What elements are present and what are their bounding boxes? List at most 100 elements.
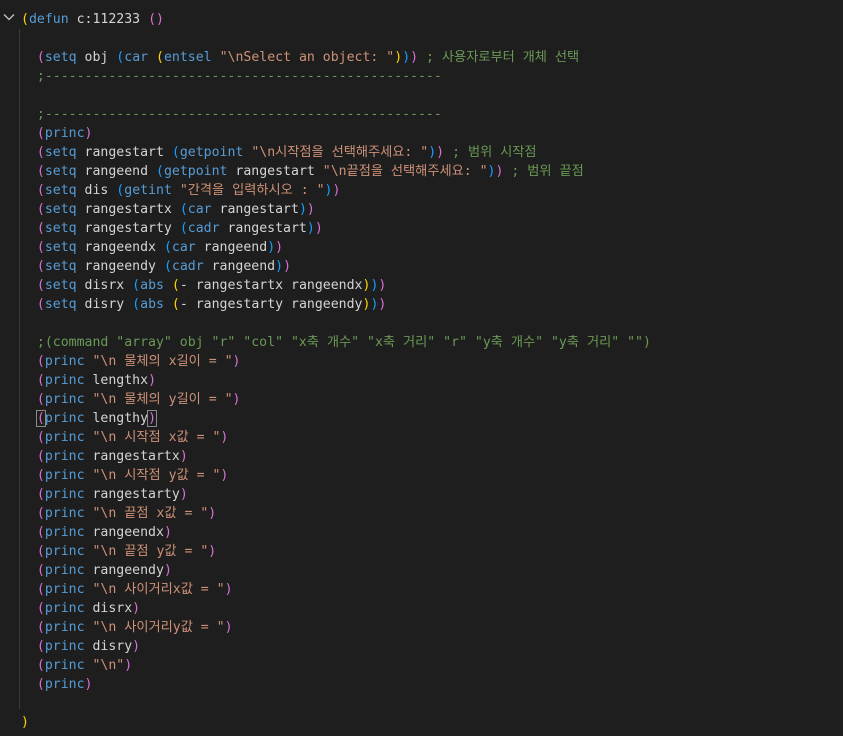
code-token: ) (306, 202, 315, 217)
code-token: ) (232, 354, 241, 369)
code-line[interactable]: (princ "\n 끝점 x값 = ") (21, 504, 216, 523)
chevron-down-icon[interactable] (2, 10, 16, 24)
code-line[interactable]: ) (21, 713, 29, 732)
code-token: "간격을 입력하시오 : " (179, 183, 325, 198)
code-line[interactable]: (princ) (21, 124, 93, 143)
code-line[interactable]: (setq disrx (abs (- rangestartx rangeend… (21, 276, 386, 295)
code-token: rangeend (76, 164, 156, 179)
code-line[interactable]: (princ rangestartx) (21, 447, 188, 466)
code-token: ) (132, 639, 141, 654)
code-line[interactable]: (princ "\n 사이거리y값 = ") (21, 618, 233, 637)
code-token: disry (76, 297, 133, 312)
code-token: ) (378, 278, 387, 293)
code-line[interactable]: (princ "\n 사이거리x값 = ") (21, 580, 233, 599)
code-token: rangeend (203, 259, 276, 274)
code-token: ) (224, 620, 233, 635)
code-token: ( (179, 221, 188, 236)
code-line[interactable]: (setq rangestartx (car rangestart)) (21, 200, 315, 219)
code-line[interactable]: (princ lengthy) (21, 409, 158, 428)
code-token: obj (76, 50, 117, 65)
code-token: cadr (187, 221, 220, 236)
code-token: "\n 끝점 x값 = " (92, 506, 209, 521)
code-token: ( (21, 50, 45, 65)
code-token: c:112233 (68, 12, 149, 27)
code-token: "\n끝점을 선택해주세요: " (322, 164, 488, 179)
code-token: "\n 시작점 x값 = " (92, 430, 221, 445)
code-token: princ (44, 449, 85, 464)
code-token: rangeend (195, 240, 268, 255)
code-line[interactable]: (princ) (21, 675, 93, 694)
code-line[interactable]: ;---------------------------------------… (21, 67, 442, 86)
code-token: ( (21, 430, 45, 445)
code-token: ; 사용자로부터 개체 선택 (418, 50, 580, 65)
code-token: princ (44, 354, 85, 369)
code-line[interactable]: (setq rangestart (getpoint "\n시작점을 선택해주세… (21, 143, 537, 162)
code-token: ( (156, 164, 164, 179)
code-token: princ (44, 563, 85, 578)
code-line[interactable]: (setq rangeendx (car rangeend)) (21, 238, 283, 257)
code-token: ) (163, 563, 172, 578)
code-line[interactable]: (princ rangeendy) (21, 561, 172, 580)
code-line[interactable]: (defun c:112233 () (21, 10, 164, 29)
code-token: ( (21, 202, 45, 217)
code-token: princ (44, 126, 85, 141)
code-token: ( (21, 354, 45, 369)
code-token: ) (306, 221, 315, 236)
code-token: princ (44, 601, 85, 616)
code-line[interactable]: (setq obj (car (entsel "\nSelect an obje… (21, 48, 579, 67)
code-line[interactable]: (princ lengthx) (21, 371, 156, 390)
code-token: ) (84, 677, 93, 692)
code-token: - rangestartx rangeendx (179, 278, 363, 293)
code-token: car (187, 202, 212, 217)
code-line[interactable]: (setq disry (abs (- rangestarty rangeend… (21, 295, 386, 314)
code-token: ; 범위 끝점 (503, 164, 584, 179)
code-token: princ (44, 373, 85, 388)
code-line[interactable]: (princ rangestarty) (21, 485, 188, 504)
code-token: rangeendx (84, 525, 164, 540)
code-line[interactable]: (princ "\n 끝점 y값 = ") (21, 542, 216, 561)
code-line[interactable]: (princ disry) (21, 637, 140, 656)
code-token: ) (148, 373, 157, 388)
code-line[interactable]: ;(command "array" obj "r" "col" "x축 개수" … (21, 333, 651, 352)
code-token: setq (44, 202, 77, 217)
code-line[interactable]: (princ rangeendx) (21, 523, 172, 542)
code-line[interactable]: (setq rangeendy (cadr rangeend)) (21, 257, 291, 276)
code-line[interactable]: (princ "\n 시작점 x값 = ") (21, 428, 229, 447)
code-token: ) (220, 430, 229, 445)
code-token: rangestart (76, 145, 172, 160)
code-line[interactable]: (princ disrx) (21, 599, 140, 618)
code-line[interactable]: (princ "\n 물체의 y길이 = ") (21, 390, 241, 409)
code-token: ) (332, 183, 341, 198)
code-token: setq (44, 164, 77, 179)
code-token: ) (132, 601, 141, 616)
code-token: princ (44, 430, 85, 445)
code-token: ( (21, 12, 29, 27)
code-token: ( (171, 297, 180, 312)
code-token: ( (21, 582, 45, 597)
code-token: setq (44, 240, 77, 255)
code-token: car (124, 50, 149, 65)
code-token: setq (44, 297, 77, 312)
code-token: ; 범위 시작점 (444, 145, 537, 160)
code-editor[interactable]: (defun c:112233 () (setq obj (car (entse… (0, 0, 843, 736)
code-line[interactable]: (princ "\n") (21, 656, 132, 675)
code-token: ) (402, 50, 411, 65)
code-token: ( (21, 639, 45, 654)
code-token: "\n 사이거리y값 = " (92, 620, 225, 635)
code-line[interactable]: (setq rangeend (getpoint rangestart "\n끝… (21, 162, 584, 181)
code-token: ( (132, 297, 141, 312)
code-line[interactable]: (princ "\n 시작점 y값 = ") (21, 466, 229, 485)
code-token: "\nSelect an object: " (219, 50, 395, 65)
code-token: - rangestarty rangeendy (179, 297, 363, 312)
code-line[interactable]: (princ "\n 물체의 x길이 = ") (21, 352, 241, 371)
code-line[interactable]: (setq dis (getint "간격을 입력하시오 : ")) (21, 181, 341, 200)
code-line[interactable]: ;---------------------------------------… (21, 105, 442, 124)
code-token: ) (179, 487, 188, 502)
code-token: ) (232, 392, 241, 407)
code-line[interactable]: (setq rangestarty (cadr rangestart)) (21, 219, 323, 238)
code-token: setq (44, 50, 77, 65)
code-token: ( (21, 620, 45, 635)
code-token: princ (44, 582, 85, 597)
code-token: ( (21, 487, 45, 502)
code-token: ( (21, 677, 45, 692)
